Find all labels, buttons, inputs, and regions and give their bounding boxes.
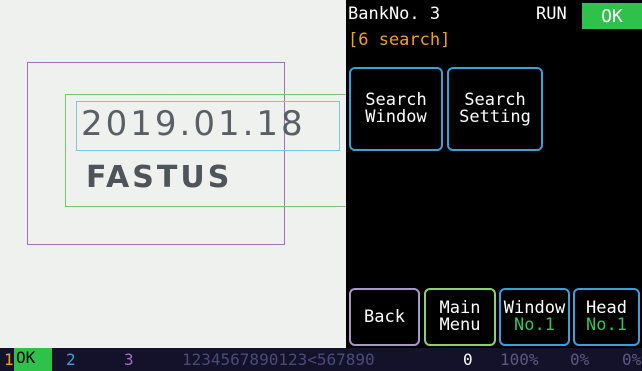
main-menu-label-2: Menu (439, 315, 481, 335)
window-select-button[interactable]: Window No.1 (499, 288, 570, 346)
bank-number: BankNo. 3 (348, 4, 441, 24)
control-panel: BankNo. 3 RUN OK [6 search] Search Windo… (346, 0, 642, 348)
window-number: No.1 (514, 315, 555, 335)
search-window-button[interactable]: Search Window (349, 67, 443, 151)
tool2-index: 2 (66, 350, 76, 369)
main-menu-button[interactable]: Main Menu (424, 288, 496, 346)
printed-text: FASTUS (86, 160, 233, 195)
tool1-result: OK (14, 348, 52, 371)
printed-date: 2019.01.18 (81, 104, 306, 144)
head-number: No.1 (586, 315, 627, 335)
search-window-label-2: Window (365, 107, 427, 127)
camera-view: 2019.01.18 FASTUS (0, 0, 346, 348)
percent-2: 0% (570, 350, 590, 369)
back-label: Back (364, 306, 405, 327)
head-select-button[interactable]: Head No.1 (573, 288, 640, 346)
count-value: 0 (463, 350, 473, 369)
status-bar: 1 OK 2 3 1234567890123<567890 0 100% 0% … (0, 348, 642, 371)
tool1-index: 1 (4, 350, 14, 369)
run-status: RUN (536, 4, 567, 24)
read-string: 1234567890123<567890 (182, 350, 375, 369)
search-setting-label-2: Setting (459, 107, 531, 127)
mode-label: [6 search] (348, 30, 451, 50)
result-badge: OK (582, 3, 642, 29)
tool3-index: 3 (124, 350, 134, 369)
percent-3: 0% (622, 350, 642, 369)
percent-1: 100% (500, 350, 539, 369)
back-button[interactable]: Back (349, 288, 420, 346)
search-setting-button[interactable]: Search Setting (447, 67, 543, 151)
